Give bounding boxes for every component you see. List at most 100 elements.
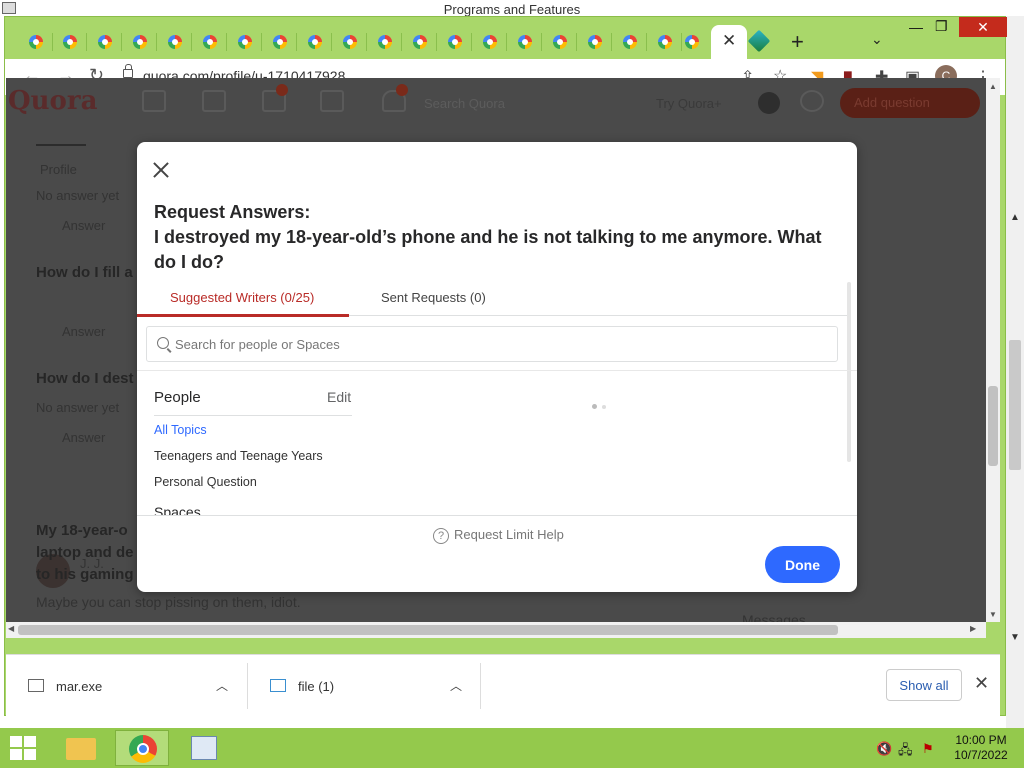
tab-google[interactable] bbox=[88, 27, 122, 57]
background-scrollbar-thumb[interactable] bbox=[1009, 340, 1021, 470]
tab-google[interactable] bbox=[403, 27, 437, 57]
tab-google[interactable] bbox=[263, 27, 297, 57]
scroll-up-arrow-icon[interactable]: ▲ bbox=[989, 82, 997, 91]
google-icon bbox=[378, 35, 392, 49]
tab-google[interactable] bbox=[543, 27, 577, 57]
done-button[interactable]: Done bbox=[765, 546, 840, 583]
window-close-button[interactable]: ✕ bbox=[959, 17, 1007, 37]
tab-close-icon[interactable]: ✕ bbox=[722, 31, 736, 51]
search-input[interactable] bbox=[175, 333, 815, 355]
close-icon[interactable] bbox=[151, 160, 171, 180]
close-icon[interactable]: ✕ bbox=[974, 673, 989, 694]
folder-icon bbox=[66, 738, 96, 760]
taskbar-control-panel[interactable] bbox=[177, 730, 231, 766]
profile-tab-underline bbox=[36, 144, 86, 146]
question-title: How do I fill a bbox=[36, 264, 133, 281]
google-icon bbox=[203, 35, 217, 49]
windows-start-button[interactable] bbox=[10, 736, 36, 760]
scroll-down-arrow-icon[interactable]: ▼ bbox=[1010, 632, 1020, 643]
taskbar-file-explorer[interactable] bbox=[54, 730, 108, 766]
downloads-bar: mar.exe ︿ file (1) ︿ Show all ✕ bbox=[6, 654, 1000, 716]
horizontal-scrollbar-thumb[interactable] bbox=[18, 625, 838, 635]
tab-google[interactable] bbox=[675, 27, 709, 57]
tab-google[interactable] bbox=[193, 27, 227, 57]
tab-google[interactable] bbox=[508, 27, 542, 57]
scroll-left-arrow-icon[interactable]: ◀ bbox=[8, 624, 14, 633]
tab-sent-requests[interactable]: Sent Requests (0) bbox=[381, 290, 486, 305]
download-name[interactable]: mar.exe bbox=[56, 679, 102, 694]
divider bbox=[137, 370, 857, 371]
show-all-button[interactable]: Show all bbox=[886, 669, 962, 701]
search-box bbox=[146, 326, 838, 362]
new-tab-button[interactable]: + bbox=[791, 29, 804, 55]
following-icon bbox=[202, 90, 226, 112]
taskbar-chrome[interactable] bbox=[115, 730, 169, 766]
no-answer-text: No answer yet bbox=[36, 188, 120, 203]
file-icon bbox=[270, 679, 286, 692]
tab-search-chevron-icon[interactable]: ⌄ bbox=[871, 31, 883, 48]
profile-tab: Profile bbox=[40, 162, 77, 177]
tab-quora-active[interactable]: ✕ bbox=[711, 25, 747, 59]
chevron-up-icon[interactable]: ︿ bbox=[450, 677, 462, 694]
answer-link: Answer bbox=[62, 218, 106, 233]
google-icon bbox=[483, 35, 497, 49]
action-center-flag-icon[interactable]: ⚑ bbox=[922, 741, 934, 757]
tab-google[interactable] bbox=[158, 27, 192, 57]
request-limit-help-link[interactable]: ? Request Limit Help bbox=[433, 527, 564, 544]
answer-title-line: to his gaming bbox=[36, 566, 134, 583]
tab-google[interactable] bbox=[123, 27, 157, 57]
no-answer-text: No answer yet bbox=[36, 400, 120, 415]
tab-google[interactable] bbox=[19, 27, 53, 57]
page-horizontal-scrollbar[interactable]: ◀ ▶ bbox=[6, 622, 986, 638]
edit-topics-link[interactable]: Edit bbox=[327, 389, 351, 405]
search-icon bbox=[157, 337, 169, 349]
divider bbox=[480, 663, 481, 709]
modal-scrollbar[interactable] bbox=[847, 282, 851, 462]
network-icon[interactable]: 🖧 bbox=[898, 741, 913, 763]
google-icon bbox=[29, 35, 43, 49]
topic-all-topics[interactable]: All Topics bbox=[154, 423, 207, 437]
scroll-down-arrow-icon[interactable]: ▼ bbox=[989, 610, 997, 619]
scroll-right-arrow-icon[interactable]: ▶ bbox=[970, 624, 976, 633]
page-vertical-scrollbar[interactable]: ▲ ▼ bbox=[986, 78, 1000, 622]
quora-avatar bbox=[758, 92, 780, 114]
tab-google[interactable] bbox=[578, 27, 612, 57]
lock-icon[interactable] bbox=[123, 64, 133, 78]
page-scrollbar-thumb[interactable] bbox=[988, 386, 998, 466]
clock-date: 10/7/2022 bbox=[954, 748, 1008, 762]
tab-strip: ✕ + ⌄ — ❐ ✕ bbox=[5, 17, 1007, 59]
tab-google[interactable] bbox=[333, 27, 367, 57]
google-icon bbox=[658, 35, 672, 49]
google-icon bbox=[168, 35, 182, 49]
answer-title: My 18-year-o bbox=[36, 522, 128, 539]
download-name[interactable]: file (1) bbox=[298, 679, 334, 694]
tab-google[interactable] bbox=[228, 27, 262, 57]
download-item[interactable]: mar.exe ︿ bbox=[6, 655, 246, 717]
try-quora-plus: Try Quora+ bbox=[656, 96, 722, 111]
minimize-icon[interactable]: — bbox=[909, 19, 923, 35]
speaker-muted-icon[interactable]: 🔇 bbox=[876, 741, 892, 757]
tab-extension-favicon[interactable] bbox=[747, 29, 771, 53]
notification-badge bbox=[276, 84, 288, 96]
tab-google[interactable] bbox=[53, 27, 87, 57]
spaces-icon bbox=[320, 90, 344, 112]
tab-google[interactable] bbox=[438, 27, 472, 57]
topic-personal-question[interactable]: Personal Question bbox=[154, 475, 257, 489]
google-icon bbox=[623, 35, 637, 49]
tab-google[interactable] bbox=[368, 27, 402, 57]
tab-google[interactable] bbox=[298, 27, 332, 57]
scroll-up-arrow-icon[interactable]: ▲ bbox=[1010, 212, 1020, 223]
download-item[interactable]: file (1) ︿ bbox=[248, 655, 480, 717]
screen: Programs and Features ▲ ▼ ✕ + ⌄ — ❐ ✕ ← … bbox=[0, 0, 1024, 768]
maximize-icon[interactable]: ❐ bbox=[935, 18, 948, 35]
tab-google[interactable] bbox=[473, 27, 507, 57]
chevron-up-icon[interactable]: ︿ bbox=[216, 677, 228, 694]
quora-search: Search Quora bbox=[424, 96, 505, 111]
google-icon bbox=[238, 35, 252, 49]
system-clock[interactable]: 10:00 PM 10/7/2022 bbox=[948, 733, 1014, 763]
tab-google[interactable] bbox=[613, 27, 647, 57]
google-icon bbox=[518, 35, 532, 49]
tab-suggested-writers[interactable]: Suggested Writers (0/25) bbox=[170, 290, 314, 305]
topic-teenagers[interactable]: Teenagers and Teenage Years bbox=[154, 449, 323, 463]
google-icon bbox=[448, 35, 462, 49]
